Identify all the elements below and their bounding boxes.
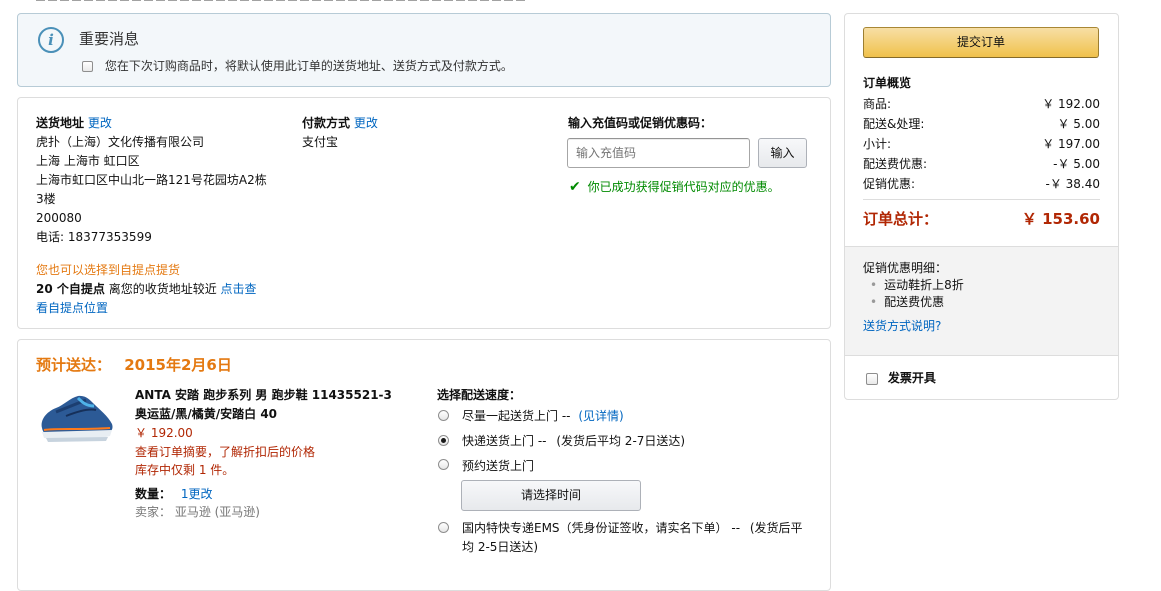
quantity-change-link[interactable]: 更改 [188,487,212,501]
order-summary-note: 查看订单摘要，了解折扣后的价格 [135,445,316,459]
default-settings-checkbox[interactable] [82,61,93,72]
promo-apply-label: 输入 [770,146,795,160]
speed-heading: 选择配送速度： [437,388,522,402]
delivery-estimate-date: 2015年2月6日 [124,356,232,374]
payment-heading-row: 付款方式 更改 [302,114,378,131]
address-line: 虎扑（上海）文化传播有限公司 [36,135,205,149]
summary-row: 小计: ￥ 197.00 [863,135,1100,151]
promo-heading: 输入充值码或促销优惠码： [568,116,713,130]
submit-order-button[interactable]: 提交订单 [863,27,1099,58]
select-time-label: 请选择时间 [520,488,581,502]
summary-row: 促销优惠: -￥ 38.40 [863,175,1100,191]
order-total-value: ￥ 153.60 [1021,210,1100,228]
summary-row-value: ￥ 5.00 [1057,117,1100,131]
stock-warning: 库存中仅剩 1 件。 [135,463,235,477]
summary-row-value: ￥ 197.00 [1042,137,1100,151]
shipping-change-link[interactable]: 更改 [88,116,112,130]
speed-option-text: 预约送货上门 [462,459,535,473]
promo-detail-item: • 运动鞋折上8折 [870,278,964,292]
info-icon: i [38,27,64,53]
summary-row-value: -￥ 38.40 [1045,177,1101,191]
delivery-estimate-label: 预计送达： [36,356,112,374]
summary-row: 商品: ￥ 192.00 [863,95,1100,111]
important-notice: i 重要消息 您在下次订购商品时，将默认使用此订单的送货地址、送货方式及付款方式… [17,13,831,87]
invoice-label: 发票开具 [887,371,936,385]
order-total: 订单总计： ￥ 153.60 [863,208,1100,230]
speed-details-link[interactable]: (见详情) [578,409,623,423]
select-time-button[interactable]: 请选择时间 [461,480,641,511]
quantity-row: 数量： 1更改 [135,485,213,502]
pickup-link-continued[interactable]: 看自提点位置 [36,299,108,316]
promo-details-title: 促销优惠明细： [863,261,948,275]
speed-option-label[interactable]: 尽量一起送货上门 -- (见详情) [462,407,624,424]
address-phone: 电话: 18377353599 [36,230,152,244]
summary-row-label: 小计: [863,137,892,151]
product-title-line[interactable]: ANTA 安踏 跑步系列 男 跑步鞋 11435521-3 [135,386,392,405]
default-settings-checkbox-row[interactable]: 您在下次订购商品时，将默认使用此订单的送货地址、送货方式及付款方式。 [82,57,513,74]
invoice-row[interactable]: 发票开具 [866,369,936,386]
payment-change-link[interactable]: 更改 [354,116,378,130]
promo-success-text: 你已成功获得促销代码对应的优惠。 [587,180,780,194]
summary-row-label: 配送费优惠: [863,157,928,171]
speed-option-text: 尽量一起送货上门 -- [462,409,571,423]
submit-order-label: 提交订单 [956,35,1005,49]
summary-row-value: ￥ 192.00 [1042,97,1100,111]
promo-detail-item: • 配送费优惠 [870,295,945,309]
speed-option-radio[interactable] [438,435,449,446]
address-line: 上海 上海市 虹口区 [36,154,140,168]
promo-code-input[interactable] [567,138,750,168]
address-line: 200080 [36,211,82,225]
summary-title: 订单概览 [863,76,912,90]
pickup-hint: 您也可以选择到自提点提货 [36,263,181,277]
summary-row-label: 促销优惠: [863,177,916,191]
address-line: 上海市虹口区中山北一路121号花园坊A2栋 [36,173,267,187]
address-payment-section: 送货地址 更改 虎扑（上海）文化传播有限公司 上海 上海市 虹口区 上海市虹口区… [17,97,831,329]
shipping-address: 虎扑（上海）文化传播有限公司 上海 上海市 虹口区 上海市虹口区中山北一路121… [36,133,267,247]
shipping-heading: 送货地址 [36,116,85,130]
speed-option-label[interactable]: 预约送货上门 [462,457,534,474]
shipping-heading-row: 送货地址 更改 [36,114,112,131]
speed-option-radio[interactable] [438,522,449,533]
pickup-count: 20 个自提点 [36,282,105,296]
pickup-text: 离您的收货地址较近 [104,282,221,296]
summary-row-label: 商品: [863,97,892,111]
summary-row-value: -￥ 5.00 [1053,157,1100,171]
promo-apply-button[interactable]: 输入 [758,138,807,168]
quantity-label: 数量： [135,487,172,501]
notice-title: 重要消息 [79,30,140,48]
product-image[interactable] [36,390,116,446]
speed-option-text: 快递送货上门 -- [462,434,547,448]
summary-row: 配送&处理: ￥ 5.00 [863,115,1100,131]
speed-option-radio[interactable] [438,459,449,470]
order-summary-panel [844,13,1119,400]
speed-option-label[interactable]: 国内特快专递EMS（凭身份证签收，请实名下单） -- (发货后平均 2-5日送达… [462,519,807,557]
default-settings-label: 您在下次订购商品时，将默认使用此订单的送货地址、送货方式及付款方式。 [104,59,513,73]
speed-option-radio[interactable] [438,410,449,421]
shipping-help-link[interactable]: 送货方式说明? [863,317,941,334]
speed-option-extra: (发货后平均 2-7日送达) [556,434,686,448]
product-title-line[interactable]: 奥运蓝/黑/橘黄/安踏白 40 [135,405,392,424]
address-line: 3楼 [36,192,56,206]
pickup-link[interactable]: 点击查 [221,282,257,296]
payment-method: 支付宝 [302,135,339,149]
order-total-label: 订单总计： [863,210,939,228]
summary-row: 配送费优惠: -￥ 5.00 [863,155,1100,171]
delivery-estimate: 预计送达： 2015年2月6日 [36,354,232,375]
summary-row-label: 配送&处理: [863,117,925,131]
delivery-section: 预计送达： 2015年2月6日 ANTA 安踏 跑步系列 男 跑步鞋 11435… [17,339,831,591]
top-cutoff-text [36,0,526,1]
payment-heading: 付款方式 [302,116,351,130]
summary-divider [863,199,1100,200]
product-price: ￥ 192.00 [135,426,193,440]
speed-option-label[interactable]: 快递送货上门 -- (发货后平均 2-7日送达) [462,432,685,449]
product-title[interactable]: ANTA 安踏 跑步系列 男 跑步鞋 11435521-3 奥运蓝/黑/橘黄/安… [135,386,392,424]
promo-success: ✔ 你已成功获得促销代码对应的优惠。 [569,178,780,195]
promo-details-list: • 运动鞋折上8折 • 配送费优惠 [870,277,964,311]
speed-option-text: 国内特快专递EMS（凭身份证签收，请实名下单） -- [462,521,741,535]
checkmark-icon: ✔ [569,179,581,195]
invoice-checkbox[interactable] [866,372,878,385]
seller-info: 卖家： 亚马逊 (亚马逊) [135,505,260,519]
pickup-info: 20 个自提点 离您的收货地址较近 点击查 [36,280,257,297]
